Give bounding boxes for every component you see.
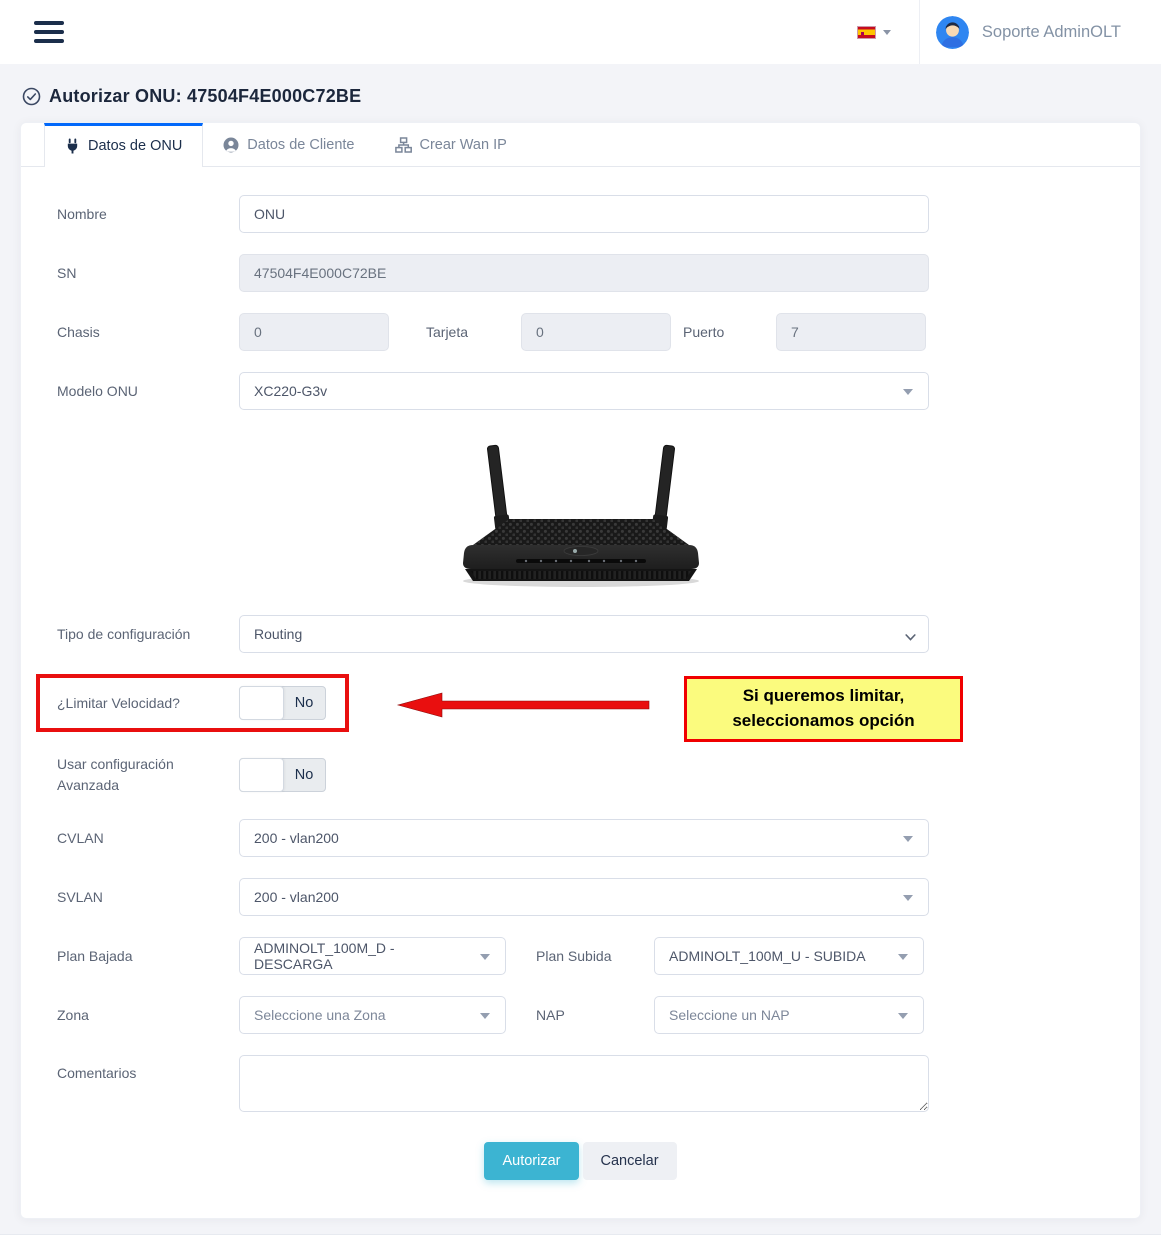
hamburger-menu-icon[interactable] [34, 21, 64, 43]
nap-value: Seleccione un NAP [669, 1007, 790, 1023]
nombre-label: Nombre [57, 206, 239, 222]
cancelar-button[interactable]: Cancelar [583, 1142, 677, 1180]
plan-subida-select[interactable]: ADMINOLT_100M_U - SUBIDA [654, 937, 924, 975]
caret-down-icon [480, 1013, 490, 1019]
plan-bajada-select[interactable]: ADMINOLT_100M_D - DESCARGA [239, 937, 506, 975]
nap-select[interactable]: Seleccione un NAP [654, 996, 924, 1034]
cvlan-label: CVLAN [57, 830, 239, 846]
tarjeta-label: Tarjeta [389, 324, 521, 340]
tipo-configuracion-label: Tipo de configuración [57, 626, 239, 642]
svlan-value: 200 - vlan200 [254, 889, 339, 905]
toggle-state: No [283, 687, 325, 719]
tipo-configuracion-select[interactable]: Routing [239, 615, 929, 653]
tab-label: Datos de ONU [88, 138, 182, 154]
nombre-input[interactable] [239, 195, 929, 233]
toggle-handle [239, 686, 284, 720]
svlan-select[interactable]: 200 - vlan200 [239, 878, 929, 916]
annotation-line-1: Si queremos limitar, [743, 684, 905, 709]
user-avatar [936, 16, 969, 49]
toggle-handle [239, 758, 284, 792]
plug-icon [65, 138, 80, 154]
user-circle-icon [223, 137, 239, 153]
caret-down-icon [898, 1013, 908, 1019]
red-highlight-box: ¿Limitar Velocidad? No [36, 674, 349, 732]
authorize-onu-card: Datos de ONU Datos de Cliente [20, 122, 1141, 1219]
plan-bajada-value: ADMINOLT_100M_D - DESCARGA [254, 940, 475, 972]
svlan-label: SVLAN [57, 889, 239, 905]
caret-down-icon [903, 895, 913, 901]
sn-label: SN [57, 265, 239, 281]
plan-bajada-label: Plan Bajada [57, 948, 239, 964]
tarjeta-input [521, 313, 671, 351]
chevron-down-icon [883, 30, 891, 35]
tipo-configuracion-value: Routing [254, 626, 302, 642]
puerto-label: Puerto [671, 324, 776, 340]
configuracion-avanzada-toggle[interactable]: No [239, 758, 326, 792]
tab-datos-de-onu[interactable]: Datos de ONU [44, 123, 203, 167]
spain-flag-icon [857, 26, 876, 39]
tab-label: Crear Wan IP [420, 137, 507, 153]
annotation-line-2: seleccionamos opción [732, 709, 914, 734]
check-circle-icon [22, 87, 41, 106]
tab-label: Datos de Cliente [247, 137, 354, 153]
modelo-onu-select[interactable]: XC220-G3v [239, 372, 929, 410]
page-footer [0, 1234, 1161, 1247]
user-menu[interactable]: Soporte AdminOLT [920, 16, 1121, 49]
limitar-velocidad-toggle[interactable]: No [239, 686, 326, 720]
caret-down-icon [480, 954, 490, 960]
page-header: Autorizar ONU: 47504F4E000C72BE [20, 84, 1141, 122]
autorizar-button[interactable]: Autorizar [484, 1142, 578, 1180]
zona-select[interactable]: Seleccione una Zona [239, 996, 506, 1034]
chasis-input [239, 313, 389, 351]
plan-subida-value: ADMINOLT_100M_U - SUBIDA [669, 948, 866, 964]
configuracion-avanzada-label: Usar configuración Avanzada [57, 754, 239, 796]
zona-value: Seleccione una Zona [254, 1007, 386, 1023]
modelo-onu-label: Modelo ONU [57, 383, 239, 399]
limitar-velocidad-row: ¿Limitar Velocidad? No Si queremos limit… [57, 674, 1104, 738]
tab-datos-de-cliente[interactable]: Datos de Cliente [203, 123, 374, 166]
caret-down-icon [903, 389, 913, 395]
plan-subida-label: Plan Subida [506, 948, 654, 964]
toggle-state: No [283, 759, 325, 791]
nap-label: NAP [506, 1007, 654, 1023]
onu-product-image [57, 431, 1104, 589]
user-name: Soporte AdminOLT [982, 23, 1121, 42]
tab-bar: Datos de ONU Datos de Cliente [21, 123, 1140, 167]
caret-down-icon [903, 836, 913, 842]
cvlan-select[interactable]: 200 - vlan200 [239, 819, 929, 857]
chevron-down-icon [905, 629, 916, 645]
yellow-annotation-box: Si queremos limitar, seleccionamos opció… [684, 676, 963, 742]
onu-form: Nombre SN Chasis Tarjeta Puerto Modelo O… [21, 167, 1140, 1180]
red-arrow-annotation [396, 688, 650, 722]
tab-crear-wan-ip[interactable]: Crear Wan IP [375, 123, 527, 166]
top-navbar: Soporte AdminOLT [0, 0, 1161, 64]
chasis-label: Chasis [57, 324, 239, 340]
cvlan-value: 200 - vlan200 [254, 830, 339, 846]
comentarios-label: Comentarios [57, 1055, 239, 1081]
comentarios-textarea[interactable] [239, 1055, 929, 1112]
limitar-velocidad-label: ¿Limitar Velocidad? [57, 695, 239, 711]
page-content: Autorizar ONU: 47504F4E000C72BE Datos de… [0, 64, 1161, 1234]
page-title: Autorizar ONU: 47504F4E000C72BE [49, 86, 361, 107]
sn-input [239, 254, 929, 292]
language-dropdown[interactable] [857, 26, 919, 39]
puerto-input [776, 313, 926, 351]
caret-down-icon [898, 954, 908, 960]
sitemap-icon [395, 137, 412, 153]
zona-label: Zona [57, 1007, 239, 1023]
modelo-onu-value: XC220-G3v [254, 383, 327, 399]
